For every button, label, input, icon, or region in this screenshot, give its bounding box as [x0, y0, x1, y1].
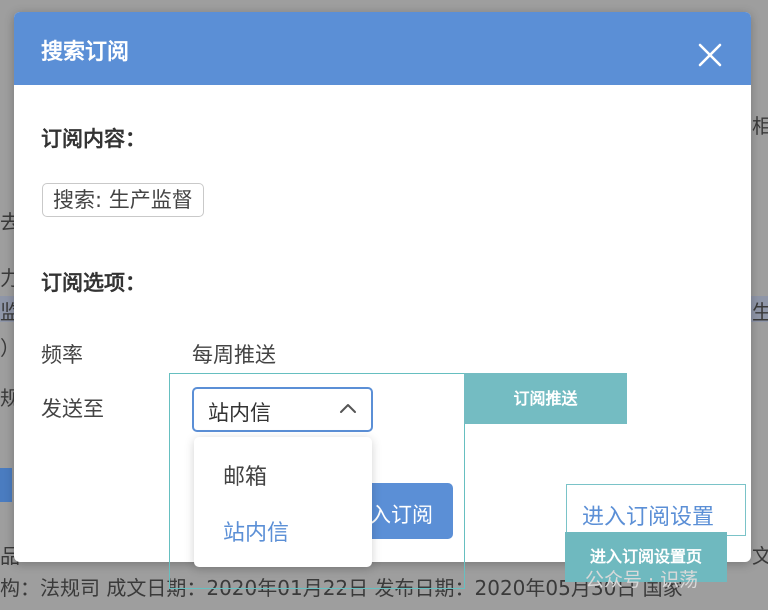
subscribe-button[interactable]: 入订阅	[362, 483, 453, 539]
dialog-title: 搜索订阅	[41, 40, 130, 65]
dialog-header: 搜索订阅	[14, 12, 751, 85]
search-tag: 搜索: 生产监督	[42, 183, 204, 217]
background-text: 生	[752, 300, 768, 324]
subscription-settings-link-label: 进入订阅设置	[582, 505, 715, 530]
subscription-settings-link[interactable]: 进入订阅设置	[566, 484, 746, 536]
frequency-value[interactable]: 每周推送	[192, 339, 276, 369]
content-section-title: 订阅内容：	[41, 127, 146, 151]
send-to-selected-value: 站内信	[208, 401, 271, 425]
subscribe-button-label: 入订阅	[370, 503, 433, 527]
background-text: 文	[752, 544, 768, 568]
send-to-dropdown: 邮箱 站内信	[194, 437, 372, 567]
subscription-push-label: 订阅推送	[464, 373, 627, 424]
watermark: 公众号 · 识荡	[585, 569, 699, 591]
background-badge	[0, 468, 12, 502]
options-section-title: 订阅选项：	[41, 271, 146, 295]
dropdown-option-email[interactable]: 邮箱	[223, 459, 267, 491]
send-to-select[interactable]: 站内信	[192, 387, 373, 432]
close-icon[interactable]	[697, 42, 723, 68]
frequency-label: 频率	[41, 343, 83, 367]
dropdown-option-inbox[interactable]: 站内信	[223, 515, 289, 547]
chevron-up-icon	[340, 404, 356, 413]
send-to-label: 发送至	[41, 397, 104, 421]
background-text: 相	[752, 114, 768, 138]
subscribe-dialog: 搜索订阅 订阅内容： 搜索: 生产监督 订阅选项： 频率 每周推送 发送至 入订…	[14, 12, 751, 562]
